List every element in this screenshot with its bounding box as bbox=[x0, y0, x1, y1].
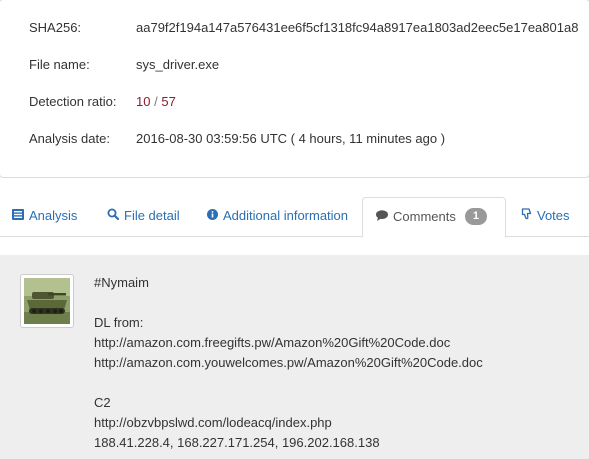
comment-c2-url: http://obzvbpslwd.com/lodeacq/index.php bbox=[94, 415, 332, 430]
analysis-date-label: Analysis date: bbox=[29, 131, 110, 146]
sha256-label: SHA256: bbox=[29, 20, 82, 35]
tab-file-detail[interactable]: File detail bbox=[107, 197, 180, 237]
list-icon bbox=[12, 197, 24, 235]
tab-comments[interactable]: Comments 1 bbox=[362, 197, 506, 238]
analysis-date-row: Analysis date: 2016-08-30 03:59:56 UTC (… bbox=[0, 130, 589, 148]
filename-value: sys_driver.exe bbox=[136, 57, 220, 72]
detection-ratio-value: 10 / 57 bbox=[136, 93, 176, 111]
tab-file-detail-label: File detail bbox=[124, 208, 180, 223]
comment-dl-url-2: http://amazon.com.youwelcomes.pw/Amazon%… bbox=[94, 355, 483, 370]
file-summary-panel: SHA256: aa79f2f194a147a576431ee6f5cf1318… bbox=[0, 0, 589, 178]
detection-ratio-row: Detection ratio: 10 / 57 bbox=[0, 93, 589, 111]
comment-dl-url-1: http://amazon.com.freegifts.pw/Amazon%20… bbox=[94, 335, 451, 350]
analysis-date-value: 2016-08-30 03:59:56 UTC ( 4 hours, 11 mi… bbox=[136, 131, 446, 146]
comment-c2-ips: 188.41.228.4, 168.227.171.254, 196.202.1… bbox=[94, 435, 380, 450]
search-icon bbox=[107, 197, 120, 235]
detection-ratio-label: Detection ratio: bbox=[29, 94, 117, 109]
tab-additional-information-label: Additional information bbox=[223, 208, 349, 223]
tab-votes[interactable]: Votes bbox=[521, 197, 570, 237]
filename-label: File name: bbox=[29, 57, 90, 72]
comments-section: #Nymaim DL from: http://amazon.com.freeg… bbox=[0, 255, 589, 459]
detection-ratio-separator: / bbox=[154, 94, 158, 109]
info-circle-icon bbox=[207, 197, 218, 235]
tab-analysis[interactable]: Analysis bbox=[12, 197, 77, 237]
tab-analysis-label: Analysis bbox=[29, 208, 78, 223]
comment-body: #Nymaim DL from: http://amazon.com.freeg… bbox=[94, 273, 589, 453]
tab-additional-information[interactable]: Additional information bbox=[207, 197, 348, 237]
comments-count-badge: 1 bbox=[464, 208, 487, 226]
sha256-row: SHA256: aa79f2f194a147a576431ee6f5cf1318… bbox=[0, 19, 589, 37]
comment-tag: #Nymaim bbox=[94, 275, 149, 290]
tab-votes-label: Votes bbox=[537, 208, 570, 223]
comment-dl-heading: DL from: bbox=[94, 315, 144, 330]
comment-c2-heading: C2 bbox=[94, 395, 111, 410]
tank-photo bbox=[24, 278, 70, 324]
avatar[interactable] bbox=[20, 274, 74, 328]
filename-row: File name: sys_driver.exe bbox=[0, 56, 589, 74]
tab-comments-label: Comments bbox=[393, 209, 456, 224]
sha256-value: aa79f2f194a147a576431ee6f5cf1318fc94a891… bbox=[136, 20, 579, 35]
comment-icon bbox=[376, 198, 388, 236]
detection-ratio-detected: 10 bbox=[136, 94, 151, 109]
report-tabs: Analysis File detail Additional informat… bbox=[0, 197, 589, 238]
thumbs-icon bbox=[521, 197, 532, 235]
detection-ratio-total: 57 bbox=[161, 94, 176, 109]
